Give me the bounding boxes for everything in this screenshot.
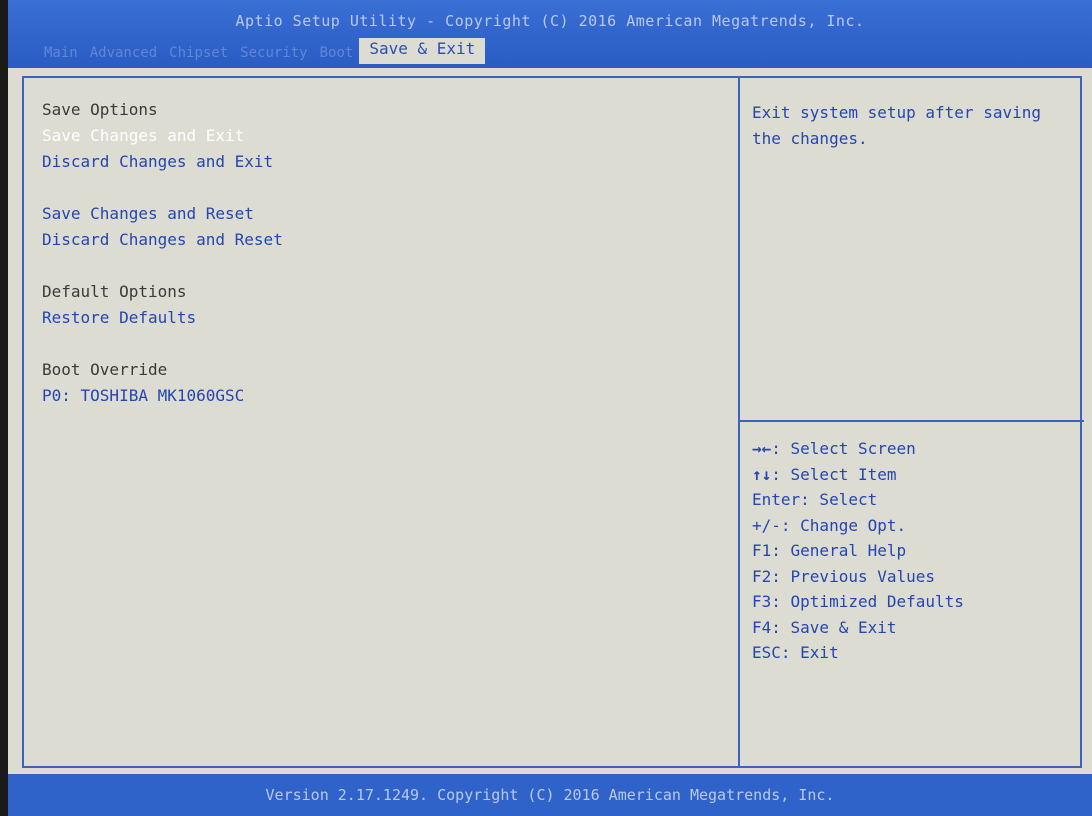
default-options-heading: Default Options <box>42 282 187 301</box>
tab-main[interactable]: Main <box>38 42 84 66</box>
help-text: Exit system setup after saving the chang… <box>752 103 1041 148</box>
tab-bar: Main Advanced Chipset Security Boot Save… <box>38 38 486 66</box>
restore-defaults-item[interactable]: Restore Defaults <box>42 308 196 327</box>
boot-override-heading: Boot Override <box>42 360 168 379</box>
tab-security[interactable]: Security <box>234 42 313 66</box>
key-change-opt: +/-: Change Opt. <box>752 515 907 535</box>
boot-override-device-item[interactable]: P0: TOSHIBA MK1060GSC <box>42 386 244 405</box>
panel-divider <box>738 78 740 766</box>
key-f3: F3: Optimized Defaults <box>752 592 964 611</box>
tab-boot[interactable]: Boot <box>314 42 360 66</box>
left-right-arrows-icon: →← <box>752 439 772 458</box>
discard-changes-reset-item[interactable]: Discard Changes and Reset <box>42 230 283 249</box>
key-f1: F1: General Help <box>752 541 907 560</box>
key-esc: ESC: Exit <box>752 643 839 662</box>
key-select-item: ↑↓: Select Item <box>752 464 897 484</box>
version-text: Version 2.17.1249. Copyright (C) 2016 Am… <box>265 786 835 804</box>
tab-save-exit[interactable]: Save & Exit <box>359 38 486 64</box>
key-select-screen: →←: Select Screen <box>752 439 916 458</box>
content-area: Save Options Save Changes and Exit Disca… <box>8 68 1092 774</box>
header-bar: Aptio Setup Utility - Copyright (C) 2016… <box>8 0 1092 68</box>
discard-changes-exit-item[interactable]: Discard Changes and Exit <box>42 152 273 171</box>
key-f4: F4: Save & Exit <box>752 617 897 637</box>
save-changes-exit-item[interactable]: Save Changes and Exit <box>42 126 244 145</box>
key-legend: →←: Select Screen ↑↓: Select Item Enter:… <box>752 436 1072 666</box>
tab-chipset[interactable]: Chipset <box>163 42 234 66</box>
help-divider <box>740 420 1084 422</box>
key-f2: F2: Previous Values <box>752 566 936 586</box>
footer-bar: Version 2.17.1249. Copyright (C) 2016 Am… <box>8 774 1092 816</box>
up-down-arrows-icon: ↑↓ <box>752 464 772 484</box>
bios-screen: Aptio Setup Utility - Copyright (C) 2016… <box>8 0 1092 816</box>
save-changes-reset-item[interactable]: Save Changes and Reset <box>42 204 254 223</box>
key-enter: Enter: Select <box>752 490 878 509</box>
utility-title: Aptio Setup Utility - Copyright (C) 2016… <box>235 12 865 30</box>
content-frame: Save Options Save Changes and Exit Disca… <box>22 76 1084 768</box>
tab-advanced[interactable]: Advanced <box>84 42 163 66</box>
save-options-heading: Save Options <box>42 100 158 119</box>
